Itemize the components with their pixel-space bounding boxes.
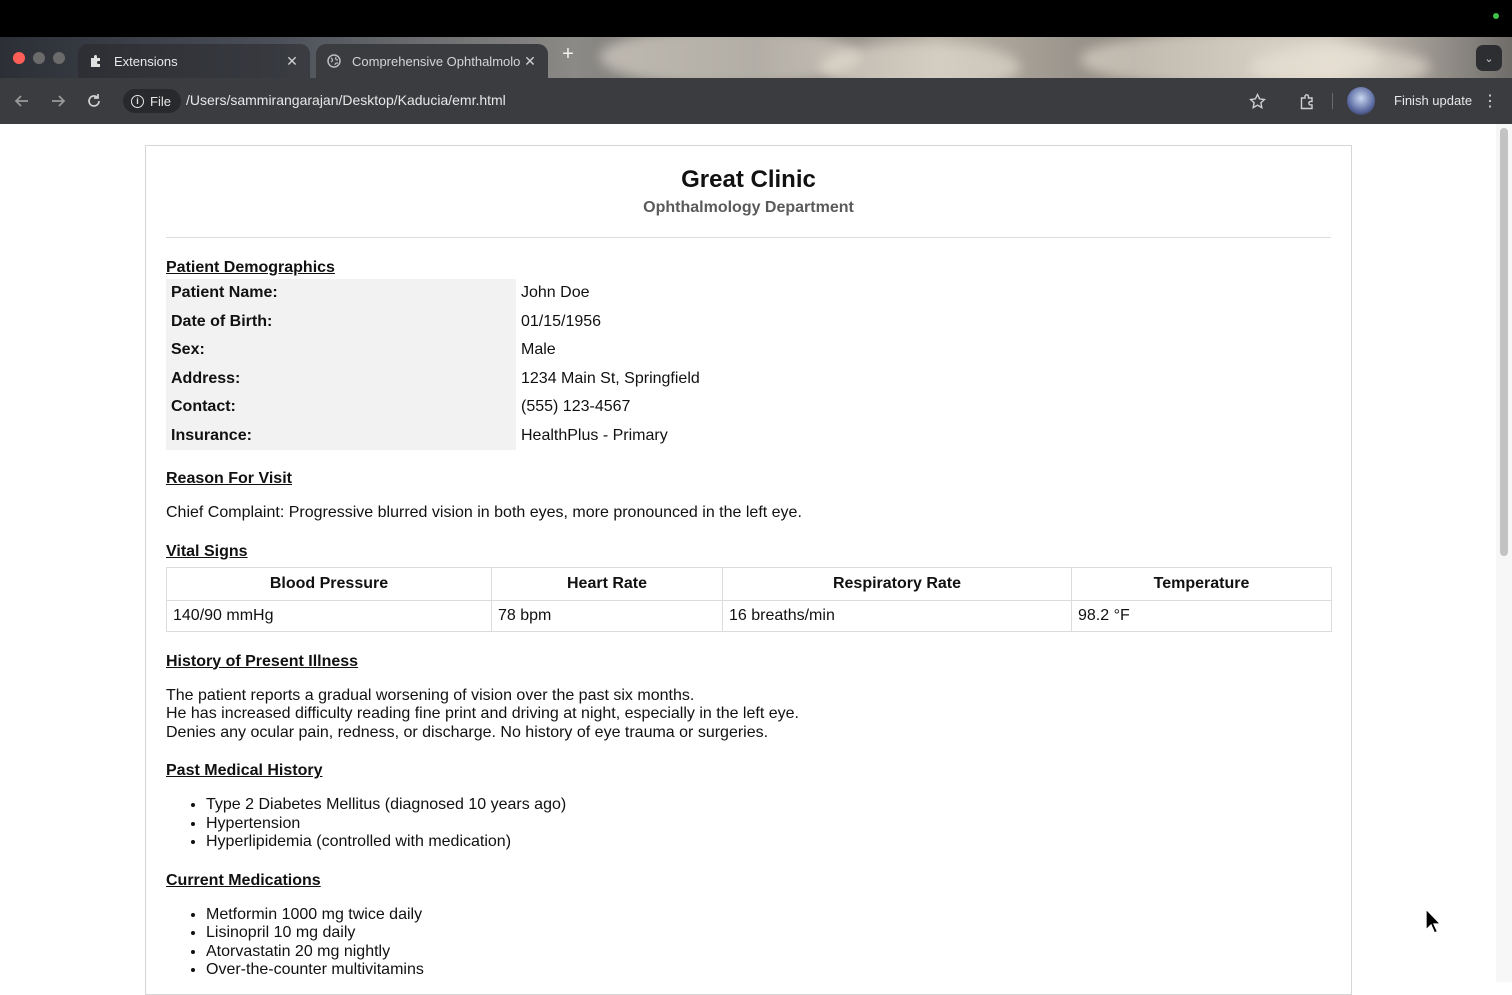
table-row: 140/90 mmHg 78 bpm 16 breaths/min 98.2 °… (166, 599, 1332, 632)
list-item: Over-the-counter multivitamins (206, 961, 1331, 980)
toolbar-divider (1332, 93, 1333, 109)
vital-value: 78 bpm (491, 599, 723, 632)
tab-emr[interactable]: Comprehensive Ophthalmolo ✕ (316, 44, 548, 78)
browser-toolbar: i File /Users/sammirangarajan/Desktop/Ka… (0, 78, 1512, 124)
column-header: Blood Pressure (166, 566, 492, 601)
list-item: Hyperlipidemia (controlled with medicati… (206, 833, 1331, 852)
reload-icon (88, 94, 100, 107)
emr-document: Great Clinic Ophthalmology Department Pa… (145, 145, 1352, 995)
table-row: Date of Birth: 01/15/1956 (166, 307, 705, 336)
puzzle-icon (1300, 93, 1313, 109)
url-text[interactable]: /Users/sammirangarajan/Desktop/Kaducia/e… (186, 92, 506, 108)
table-row: Patient Name: John Doe (166, 279, 705, 308)
reload-button[interactable] (84, 91, 104, 111)
scheme-label: File (150, 93, 171, 109)
hpi-title: History of Present Illness (166, 652, 359, 670)
status-dot-icon (1493, 13, 1499, 19)
more-menu-icon[interactable]: ⋮ (1482, 91, 1498, 111)
pmh-title: Past Medical History (166, 762, 323, 779)
chief-complaint: Chief Complaint: Progressive blurred vis… (166, 504, 802, 521)
list-item: Type 2 Diabetes Mellitus (diagnosed 10 y… (206, 796, 1331, 815)
demographic-label: Date of Birth: (166, 307, 516, 336)
site-info-chip[interactable]: i File (123, 89, 181, 113)
chevron-down-icon: ⌄ (1484, 52, 1494, 65)
tab-strip: Extensions ✕ Comprehensive Ophthalmolo ✕ (0, 37, 1512, 78)
system-menu-bar (0, 0, 1512, 37)
new-tab-button[interactable]: + (557, 43, 579, 65)
demographic-label: Sex: (166, 336, 516, 365)
vital-value: 140/90 mmHg (166, 599, 492, 632)
list-item: Hypertension (206, 815, 1331, 834)
page-scrollbar[interactable] (1496, 124, 1512, 982)
back-button[interactable] (12, 91, 32, 111)
demographic-value: (555) 123-4567 (521, 398, 631, 416)
minimize-window-icon[interactable] (33, 52, 45, 64)
extensions-button[interactable] (1297, 91, 1317, 111)
star-icon (1248, 92, 1266, 109)
clinic-name: Great Clinic (681, 166, 816, 193)
vitals-title: Vital Signs (166, 542, 248, 560)
vital-value: 16 breaths/min (722, 599, 1072, 632)
address-bar[interactable]: i File /Users/sammirangarajan/Desktop/Ka… (120, 86, 1290, 116)
list-item: Lisinopril 10 mg daily (206, 924, 1331, 943)
hpi-line: He has increased difficulty reading fine… (166, 705, 799, 722)
table-header-row: Blood Pressure Heart Rate Respiratory Ra… (166, 566, 1332, 601)
table-row: Sex: Male (166, 336, 705, 365)
profile-avatar[interactable] (1347, 87, 1375, 115)
tab-extensions[interactable]: Extensions ✕ (78, 44, 310, 78)
forward-button[interactable] (48, 91, 68, 111)
demographic-value: 1234 Main St, Springfield (521, 369, 700, 387)
hpi-line: Denies any ocular pain, redness, or disc… (166, 723, 769, 741)
close-tab-icon[interactable]: ✕ (284, 53, 300, 69)
demographic-value: 01/15/1956 (521, 312, 602, 330)
pmh-list: Type 2 Diabetes Mellitus (diagnosed 10 y… (166, 796, 1331, 852)
tab-title: Comprehensive Ophthalmolo (352, 53, 521, 69)
arrow-right-icon (52, 95, 66, 107)
vitals-table: Blood Pressure Heart Rate Respiratory Ra… (166, 566, 1332, 632)
medications-title: Current Medications (166, 871, 321, 889)
list-item: Metformin 1000 mg twice daily (206, 906, 1331, 925)
list-item: Atorvastatin 20 mg nightly (206, 943, 1331, 962)
demographic-label: Address: (166, 364, 516, 393)
tab-search-button[interactable]: ⌄ (1476, 45, 1502, 71)
arrow-left-icon (14, 95, 28, 107)
bookmark-button[interactable] (1247, 91, 1267, 111)
scrollbar-thumb[interactable] (1500, 128, 1508, 556)
demographic-value: Male (521, 341, 556, 359)
demographics-table: Patient Name: John Doe Date of Birth: 01… (166, 279, 705, 450)
demographics-title: Patient Demographics (166, 259, 335, 276)
medications-list: Metformin 1000 mg twice daily Lisinopril… (166, 906, 1331, 980)
demographic-value: HealthPlus - Primary (521, 426, 668, 444)
demographic-value: John Doe (521, 284, 590, 302)
demographic-label: Contact: (166, 393, 516, 422)
finish-update-button[interactable]: Finish update (1394, 93, 1472, 108)
hpi-line: The patient reports a gradual worsening … (166, 686, 695, 704)
vital-value: 98.2 °F (1071, 599, 1332, 632)
globe-icon (326, 53, 342, 69)
info-icon: i (131, 94, 144, 108)
mouse-cursor-icon (1425, 908, 1442, 934)
zoom-window-icon[interactable] (53, 52, 65, 64)
department-name: Ophthalmology Department (643, 199, 854, 216)
puzzle-icon (88, 53, 104, 69)
column-header: Heart Rate (491, 566, 723, 601)
close-window-icon[interactable] (13, 52, 25, 64)
reason-title: Reason For Visit (166, 470, 292, 487)
close-tab-icon[interactable]: ✕ (522, 53, 538, 69)
tab-title: Extensions (114, 53, 178, 69)
column-header: Temperature (1071, 566, 1332, 601)
hpi-text: The patient reports a gradual worsening … (166, 687, 1331, 743)
table-row: Insurance: HealthPlus - Primary (166, 421, 705, 450)
table-row: Address: 1234 Main St, Springfield (166, 364, 705, 393)
header-divider (166, 237, 1331, 238)
column-header: Respiratory Rate (722, 566, 1072, 601)
demographic-label: Patient Name: (166, 279, 516, 308)
demographic-label: Insurance: (166, 421, 516, 450)
table-row: Contact: (555) 123-4567 (166, 393, 705, 422)
